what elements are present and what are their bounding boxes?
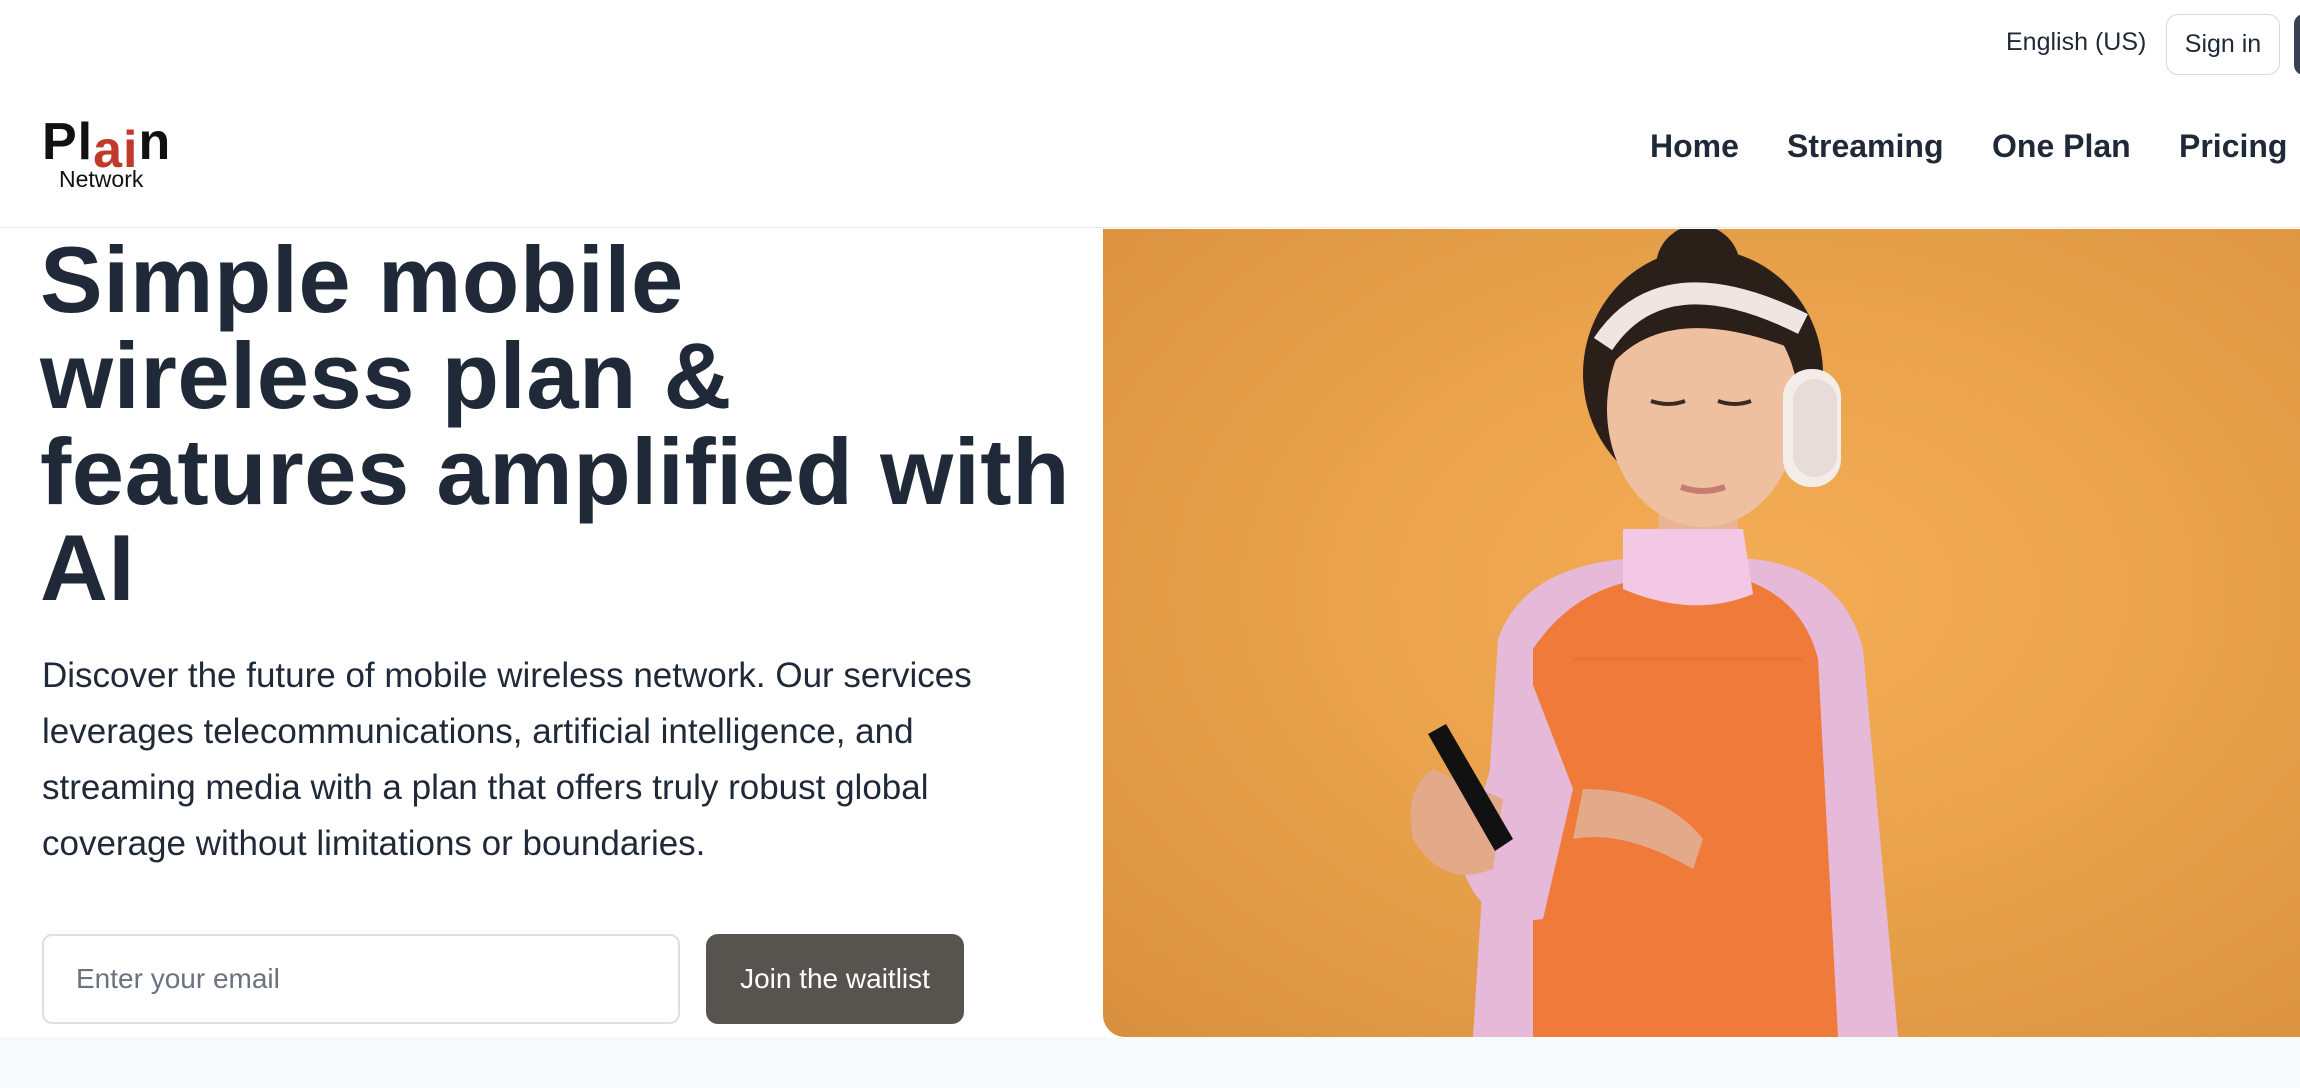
email-input[interactable] [42,934,680,1024]
logo-wordmark: Plain [42,113,172,178]
join-waitlist-button[interactable]: Join the waitlist [706,934,964,1024]
nav-home[interactable]: Home [1650,128,1739,165]
nav-streaming[interactable]: Streaming [1787,128,1943,165]
logo[interactable]: Plain Network [42,114,182,194]
sign-in-button[interactable]: Sign in [2166,14,2280,75]
logo-n: n [138,113,172,171]
logo-subtitle: Network [59,166,144,192]
get-started-button-partial[interactable] [2294,14,2300,75]
hero-headline: Simple mobile wireless plan & features a… [40,227,1071,620]
next-section-band [0,1037,2300,1088]
hero-image [1103,229,2300,1037]
hero-description: Discover the future of mobile wireless n… [42,656,972,863]
language-selector[interactable]: English (US) [2006,28,2146,57]
woman-headphones-phone-image [1410,229,1898,1037]
nav-pricing[interactable]: Pricing [2179,128,2287,165]
nav-one-plan[interactable]: One Plan [1992,128,2131,165]
logo-pl: Pl [42,113,94,171]
